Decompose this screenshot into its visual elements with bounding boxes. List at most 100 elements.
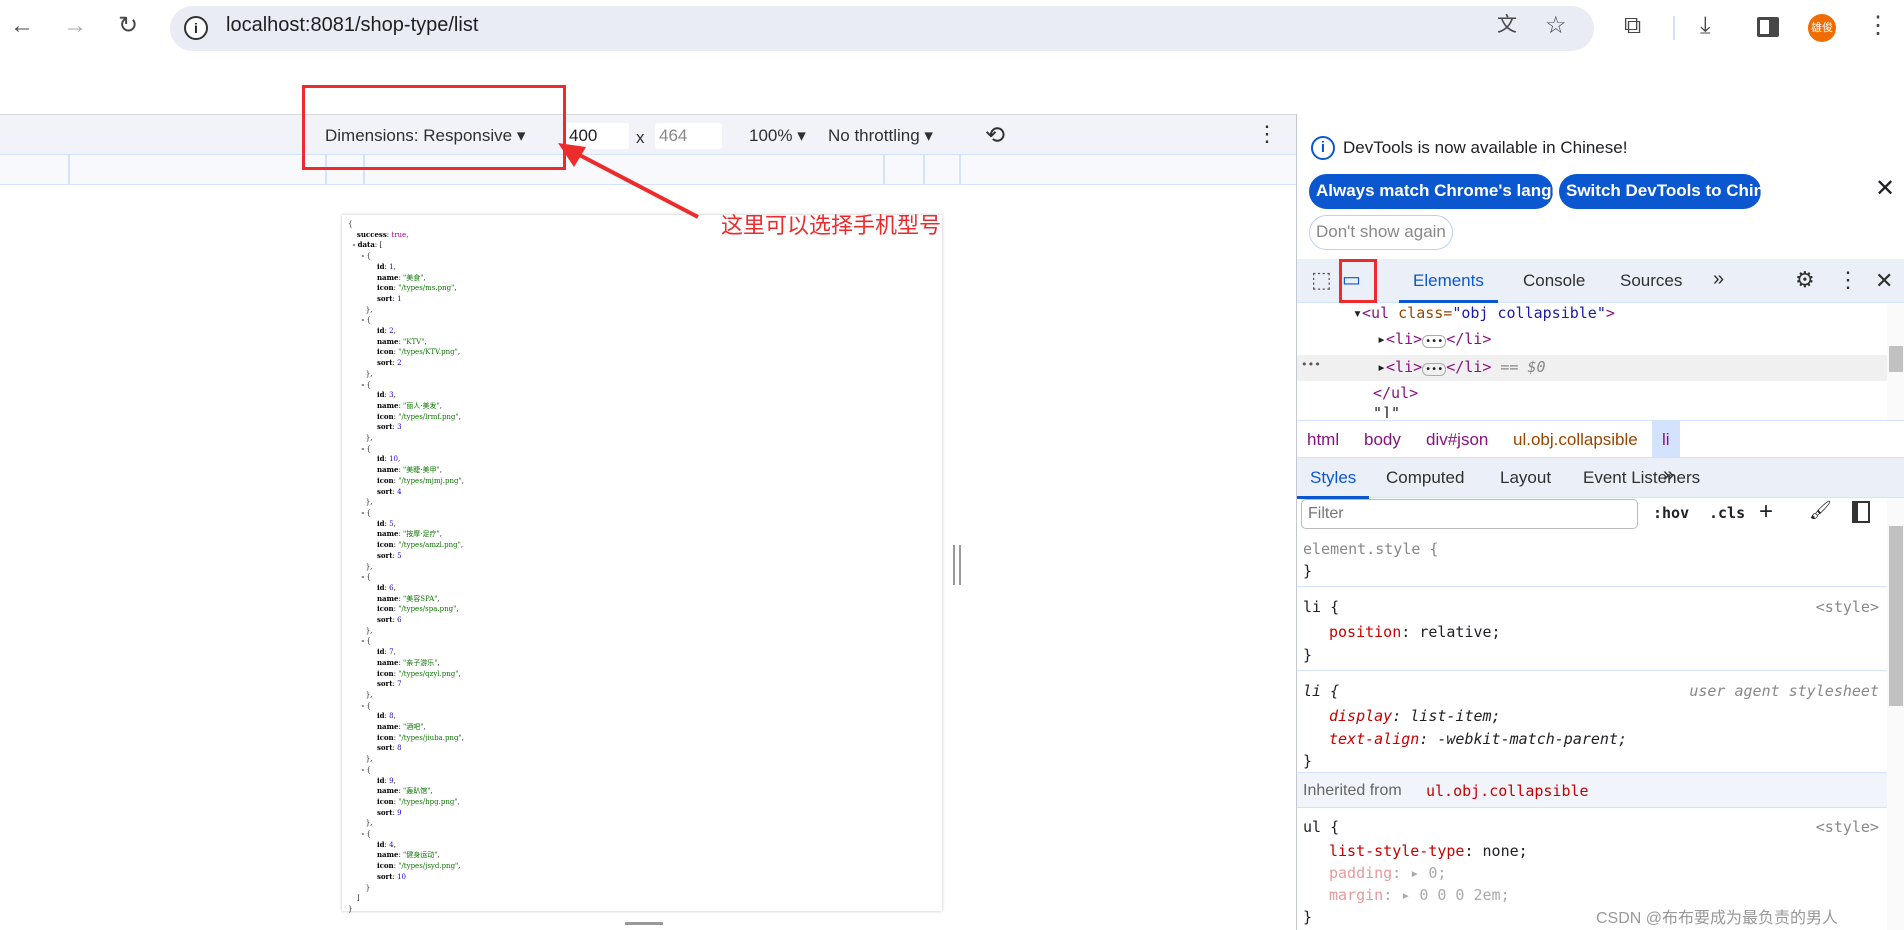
toolbar-divider: [1673, 16, 1675, 40]
tree-ul-node[interactable]: ▾<ul class="obj collapsible">: [1353, 304, 1615, 322]
zoom-dropdown[interactable]: 100% ▾: [749, 126, 806, 146]
json-line: },: [348, 305, 373, 314]
site-info-icon[interactable]: i: [184, 16, 208, 40]
rule-close-brace: }: [1303, 646, 1313, 664]
forward-icon[interactable]: →: [63, 14, 87, 38]
crumb-div-json[interactable]: div#json: [1426, 430, 1488, 450]
json-item-id: id: 4,: [376, 839, 396, 849]
styles-rules: element.style { } li { <style> position:…: [1297, 536, 1887, 930]
tab-layout[interactable]: Layout: [1500, 468, 1551, 488]
settings-gear-icon[interactable]: ⚙: [1795, 267, 1815, 293]
resize-handle-bottom[interactable]: [625, 922, 663, 925]
json-item-name: name: "健身运动",: [376, 850, 440, 860]
tab-event-listeners[interactable]: Event Listeners: [1583, 468, 1700, 488]
json-item-toggle[interactable]: - {: [348, 380, 464, 391]
url-text[interactable]: localhost:8081/shop-type/list: [226, 14, 478, 37]
translate-icon[interactable]: 文: [1497, 15, 1517, 35]
crumb-li[interactable]: li: [1652, 421, 1680, 457]
always-match-language-button[interactable]: Always match Chrome's language: [1309, 174, 1591, 209]
dont-show-again-button[interactable]: Don't show again: [1309, 215, 1453, 250]
tab-styles[interactable]: Styles: [1297, 468, 1370, 499]
styles-filter-input[interactable]: [1301, 499, 1638, 529]
resize-handle-right[interactable]: [953, 545, 961, 585]
json-data-line[interactable]: - data: [: [348, 240, 464, 251]
close-notice-icon[interactable]: ✕: [1875, 174, 1895, 203]
inspect-element-icon[interactable]: ⬚: [1311, 267, 1332, 293]
extensions-icon[interactable]: ⧉: [1624, 14, 1641, 38]
li-rule-source-link[interactable]: <style>: [1816, 598, 1879, 616]
list-style-declaration[interactable]: list-style-type: none;: [1329, 842, 1528, 860]
json-item-id: id: 6,: [376, 582, 396, 592]
tab-console[interactable]: Console: [1523, 271, 1585, 291]
json-item-toggle[interactable]: - {: [348, 572, 464, 583]
back-icon[interactable]: ←: [10, 14, 34, 38]
crumb-body[interactable]: body: [1364, 430, 1401, 450]
ul-rule-selector[interactable]: ul {: [1303, 818, 1339, 836]
json-item-toggle[interactable]: - {: [348, 315, 464, 326]
rule-close-brace: }: [1303, 752, 1313, 770]
tree-selected-row[interactable]: ••• ▸<li> ••• </li> == $0: [1297, 355, 1887, 381]
json-item-id: id: 3,: [376, 390, 396, 400]
crumb-ul[interactable]: ul.obj.collapsible: [1513, 430, 1638, 450]
inherited-label: Inherited from: [1303, 782, 1402, 799]
json-item-toggle[interactable]: - {: [348, 701, 464, 712]
hov-toggle[interactable]: :hov: [1653, 504, 1689, 522]
json-item-name: name: "轰趴馆",: [376, 786, 433, 796]
row-menu-icon[interactable]: •••: [1301, 358, 1321, 371]
margin-declaration[interactable]: margin: ▸ 0 0 0 2em;: [1329, 886, 1510, 904]
language-notice: DevTools is now available in Chinese!: [1343, 138, 1628, 157]
tab-computed[interactable]: Computed: [1386, 468, 1464, 488]
json-item-icon: icon: "/types/spa.png",: [376, 604, 459, 614]
reload-icon[interactable]: ↻: [118, 14, 138, 38]
toggle-sidebar-icon[interactable]: [1852, 501, 1870, 523]
json-item-icon: icon: "/types/hpg.png",: [376, 796, 460, 806]
json-item-toggle[interactable]: - {: [348, 765, 464, 776]
json-item-name: name: "亲子游乐",: [376, 657, 440, 667]
more-style-tabs-icon[interactable]: »: [1663, 464, 1674, 487]
li-rule-selector[interactable]: li {: [1303, 598, 1339, 616]
elements-scrollbar[interactable]: [1887, 304, 1904, 420]
json-item-id: id: 9,: [376, 775, 396, 785]
chrome-menu-icon[interactable]: ⋮: [1866, 14, 1890, 38]
rendering-emulation-icon[interactable]: 🖌: [1809, 500, 1832, 521]
json-item-toggle[interactable]: - {: [348, 444, 464, 455]
json-item-name: name: "KTV",: [376, 336, 427, 346]
cls-toggle[interactable]: .cls: [1709, 504, 1745, 522]
json-item-toggle[interactable]: - {: [348, 508, 464, 519]
crumb-html[interactable]: html: [1307, 430, 1339, 450]
json-item-toggle[interactable]: - {: [348, 251, 464, 262]
json-item-toggle[interactable]: - {: [348, 636, 464, 647]
new-style-rule-icon[interactable]: +: [1759, 498, 1773, 526]
li-position-declaration[interactable]: position: relative;: [1329, 623, 1501, 641]
inherited-selector-link[interactable]: ul.obj.collapsible: [1426, 782, 1589, 800]
json-item-name: name: "美容SPA",: [376, 593, 440, 603]
tree-ul-close[interactable]: </ul>: [1373, 384, 1418, 402]
elements-tree: ▾<ul class="obj collapsible"> ▸<li> ••• </…: [1297, 304, 1887, 420]
json-item-toggle[interactable]: - {: [348, 829, 464, 840]
throttling-dropdown[interactable]: No throttling ▾: [828, 126, 933, 146]
device-toolbar-menu-icon[interactable]: ⋮: [1256, 121, 1278, 147]
json-item-icon: icon: "/types/ms.png",: [376, 283, 457, 293]
side-panel-icon[interactable]: [1757, 17, 1779, 37]
close-devtools-icon[interactable]: ✕: [1875, 268, 1893, 294]
tab-elements[interactable]: Elements: [1399, 271, 1498, 303]
element-style-rule[interactable]: element.style {: [1303, 540, 1438, 558]
tree-text-node[interactable]: "]": [1373, 404, 1400, 418]
tree-li-node[interactable]: ▸<li> ••• </li>: [1377, 330, 1491, 348]
switch-to-chinese-button[interactable]: Switch DevTools to Chinese: [1559, 174, 1792, 209]
display-declaration: display: list-item;: [1329, 707, 1501, 725]
rule-close-brace: }: [1303, 562, 1313, 580]
ul-rule-source-link[interactable]: <style>: [1816, 818, 1879, 836]
download-icon[interactable]: ⤓: [1700, 14, 1711, 38]
devtools-menu-icon[interactable]: ⋮: [1837, 267, 1859, 293]
json-item-sort: sort: 4: [376, 486, 402, 496]
bookmark-star-icon[interactable]: ☆: [1545, 14, 1567, 38]
styles-scrollbar[interactable]: [1887, 498, 1904, 930]
tab-sources[interactable]: Sources: [1620, 271, 1682, 291]
profile-avatar[interactable]: 雄俊: [1808, 14, 1836, 42]
padding-declaration[interactable]: padding: ▸ 0;: [1329, 864, 1446, 882]
more-tabs-icon[interactable]: »: [1713, 268, 1724, 291]
rotate-icon[interactable]: ⟲: [985, 121, 1005, 150]
rule-close-brace: }: [1303, 908, 1313, 926]
json-line: },: [348, 690, 373, 699]
